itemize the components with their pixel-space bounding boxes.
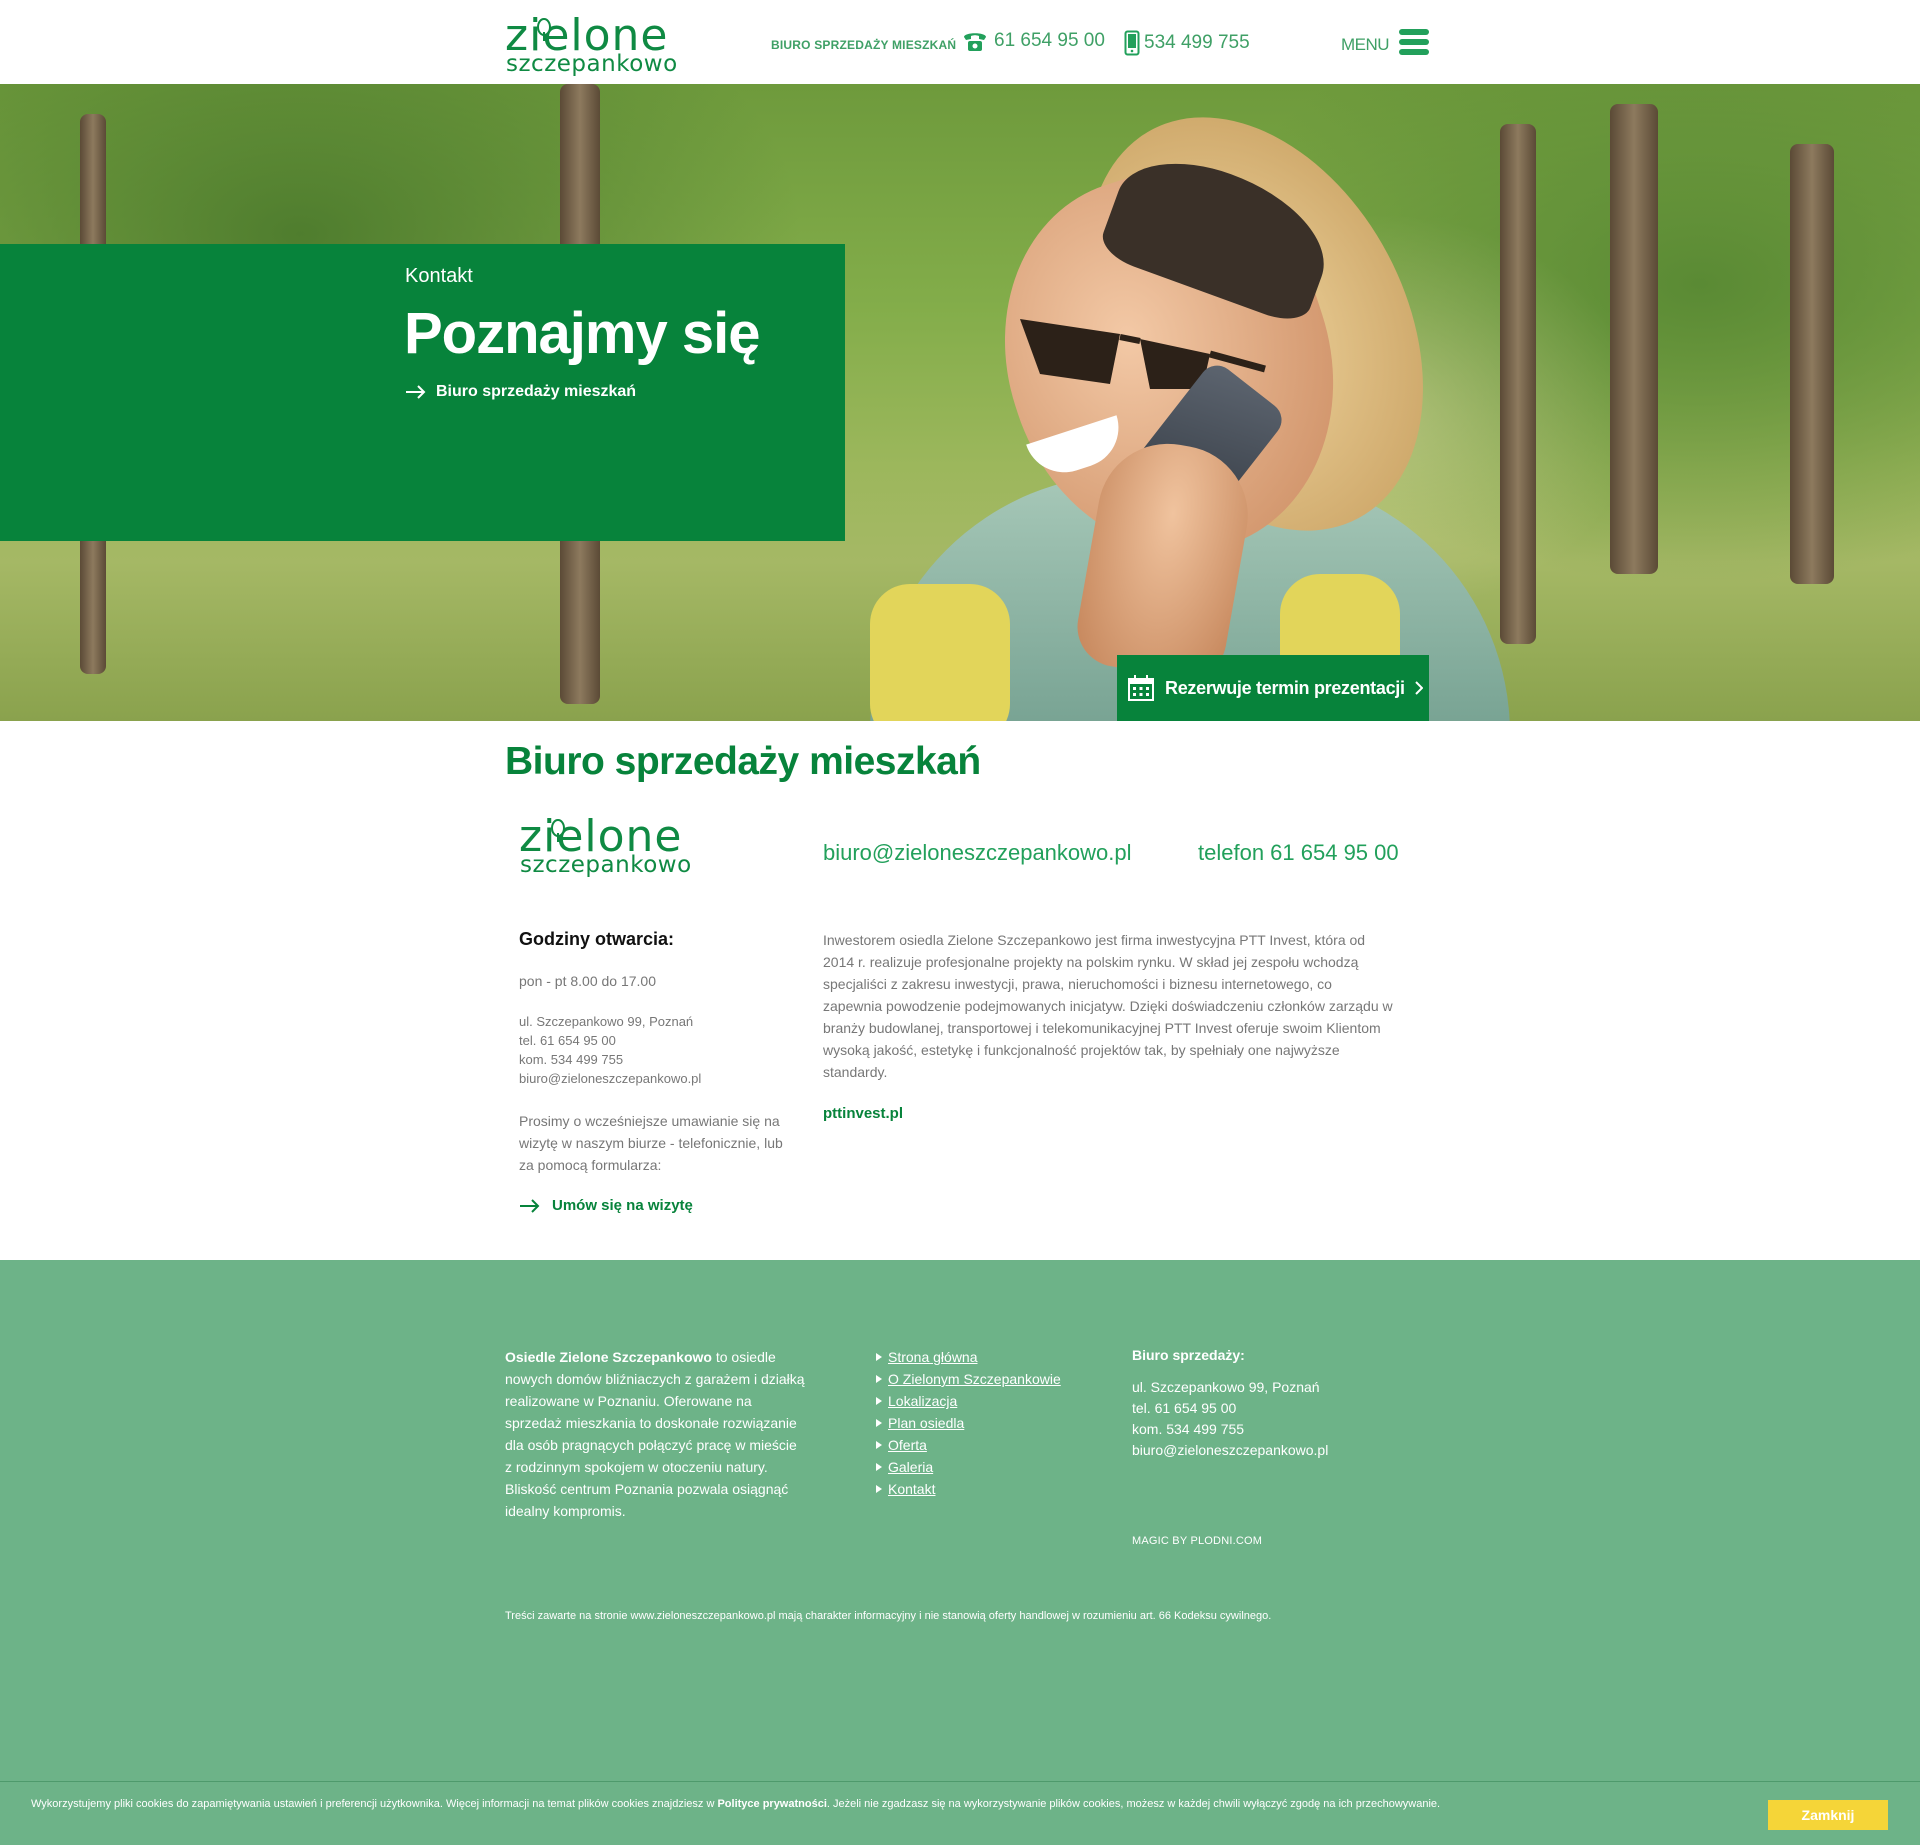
book-presentation-button[interactable]: Rezerwuje termin prezentacji bbox=[1117, 655, 1429, 721]
header-phone-mobile[interactable]: 534 499 755 bbox=[1124, 30, 1250, 56]
address-email: biuro@zieloneszczepankowo.pl bbox=[519, 1071, 702, 1086]
footer-nav-item: Oferta bbox=[876, 1434, 1061, 1456]
privacy-policy-link[interactable]: Polityce prywatności bbox=[717, 1798, 826, 1810]
footer-nav-item: Galeria bbox=[876, 1456, 1061, 1478]
investor-description: Inwestorem osiedla Zielone Szczepankowo … bbox=[823, 932, 1393, 1080]
agency-credit-link[interactable]: MAGIC BY PLODNI.COM bbox=[1132, 1535, 1262, 1547]
footer-office-address: ul. Szczepankowo 99, Poznań tel. 61 654 … bbox=[1132, 1377, 1328, 1461]
tree-trunk bbox=[1500, 124, 1536, 644]
footer-nav-item: Kontakt bbox=[876, 1478, 1061, 1500]
footer-about: Osiedle Zielone Szczepankowo to osiedle … bbox=[505, 1346, 805, 1522]
cookie-close-button[interactable]: Zamknij bbox=[1768, 1800, 1888, 1830]
office-email-link[interactable]: biuro@zieloneszczepankowo.pl bbox=[823, 840, 1132, 866]
mobile-phone-icon bbox=[1124, 30, 1140, 56]
site-footer: Osiedle Zielone Szczepankowo to osiedle … bbox=[0, 1260, 1920, 1845]
triangle-bullet-icon bbox=[876, 1441, 882, 1449]
hero-title: Poznajmy się bbox=[404, 301, 760, 366]
logo-word-szczepankowo: szczepankowo bbox=[506, 51, 678, 77]
appointment-note: Prosimy o wcześniejsze umawianie się na … bbox=[519, 1113, 783, 1173]
cookie-bar: Wykorzystujemy pliki cookies do zapamięt… bbox=[0, 1781, 1920, 1845]
triangle-bullet-icon bbox=[876, 1397, 882, 1405]
address-street: ul. Szczepankowo 99, Poznań bbox=[519, 1014, 694, 1029]
triangle-bullet-icon bbox=[876, 1463, 882, 1471]
opening-hours-heading: Godziny otwarcia: bbox=[519, 929, 675, 949]
menu-label[interactable]: MENU bbox=[1341, 35, 1390, 55]
footer-link-location[interactable]: Lokalizacja bbox=[888, 1390, 957, 1412]
site-header: zielone szczepankowo BIURO SPRZEDAŻY MIE… bbox=[0, 0, 1920, 84]
hero-office-link[interactable]: Biuro sprzedaży mieszkań bbox=[405, 383, 636, 401]
tree-trunk bbox=[1790, 144, 1834, 584]
cookie-text-before: Wykorzystujemy pliki cookies do zapamięt… bbox=[31, 1798, 718, 1810]
hero-office-link-label: Biuro sprzedaży mieszkań bbox=[436, 383, 637, 400]
pttinvest-link[interactable]: pttinvest.pl bbox=[823, 1105, 903, 1122]
legal-disclaimer: Treści zawarte na stronie www.zieloneszc… bbox=[505, 1610, 1272, 1622]
office-phone-link[interactable]: telefon 61 654 95 00 bbox=[1198, 840, 1399, 866]
footer-address-email: biuro@zieloneszczepankowo.pl bbox=[1132, 1442, 1329, 1458]
address-phone: tel. 61 654 95 00 bbox=[519, 1033, 616, 1048]
footer-link-gallery[interactable]: Galeria bbox=[888, 1456, 933, 1478]
telephone-icon bbox=[964, 33, 986, 51]
footer-nav-item: Strona główna bbox=[876, 1346, 1061, 1368]
footer-about-text: to osiedle nowych domów bliźniaczych z g… bbox=[505, 1349, 805, 1519]
hero-kicker: Kontakt bbox=[405, 265, 473, 287]
hero-banner: Kontakt Poznajmy się Biuro sprzedaży mie… bbox=[0, 84, 1920, 721]
header-phone-landline-number: 61 654 95 00 bbox=[994, 30, 1105, 51]
tree-logo-icon bbox=[551, 819, 565, 842]
office-logo: zielone szczepankowo bbox=[519, 815, 709, 879]
footer-nav: Strona główna O Zielonym Szczepankowie L… bbox=[876, 1346, 1061, 1500]
backpack-strap bbox=[870, 584, 1010, 721]
calendar-icon bbox=[1128, 675, 1154, 701]
footer-nav-item: O Zielonym Szczepankowie bbox=[876, 1368, 1061, 1390]
footer-link-about[interactable]: O Zielonym Szczepankowie bbox=[888, 1368, 1061, 1390]
footer-address-street: ul. Szczepankowo 99, Poznań bbox=[1132, 1379, 1320, 1395]
cookie-message: Wykorzystujemy pliki cookies do zapamięt… bbox=[31, 1798, 1440, 1810]
header-phone-mobile-number: 534 499 755 bbox=[1144, 32, 1250, 53]
footer-link-contact[interactable]: Kontakt bbox=[888, 1478, 935, 1500]
tree-logo-icon bbox=[537, 18, 551, 41]
arrow-right-icon bbox=[406, 385, 426, 399]
hamburger-menu-icon[interactable] bbox=[1399, 29, 1429, 57]
triangle-bullet-icon bbox=[876, 1485, 882, 1493]
triangle-bullet-icon bbox=[876, 1419, 882, 1427]
office-address: ul. Szczepankowo 99, Poznań tel. 61 654 … bbox=[519, 1012, 701, 1088]
footer-nav-item: Plan osiedla bbox=[876, 1412, 1061, 1434]
footer-link-home[interactable]: Strona główna bbox=[888, 1346, 978, 1368]
logo-word-szczepankowo: szczepankowo bbox=[520, 852, 692, 878]
office-section-title: Biuro sprzedaży mieszkań bbox=[505, 740, 981, 783]
footer-office-heading: Biuro sprzedaży: bbox=[1132, 1347, 1245, 1363]
tree-trunk bbox=[1610, 104, 1658, 574]
address-mobile: kom. 534 499 755 bbox=[519, 1052, 624, 1067]
book-visit-link[interactable]: Umów się na wizytę bbox=[519, 1197, 693, 1214]
footer-address-phone: tel. 61 654 95 00 bbox=[1132, 1400, 1237, 1416]
cookie-text-after: . Jeżeli nie zgadzasz się na wykorzystyw… bbox=[826, 1798, 1441, 1810]
triangle-bullet-icon bbox=[876, 1353, 882, 1361]
footer-address-mobile: kom. 534 499 755 bbox=[1132, 1421, 1245, 1437]
opening-hours-value: pon - pt 8.00 do 17.00 bbox=[519, 973, 656, 989]
header-phone-landline[interactable]: 61 654 95 00 bbox=[962, 30, 1105, 52]
footer-link-offer[interactable]: Oferta bbox=[888, 1434, 927, 1456]
chevron-right-icon bbox=[1414, 681, 1423, 695]
header-office-label: BIURO SPRZEDAŻY MIESZKAŃ bbox=[771, 38, 957, 52]
arrow-right-icon bbox=[520, 1198, 540, 1213]
site-logo[interactable]: zielone szczepankowo bbox=[505, 14, 695, 77]
book-visit-label: Umów się na wizytę bbox=[552, 1197, 693, 1214]
footer-link-plan[interactable]: Plan osiedla bbox=[888, 1412, 964, 1434]
footer-about-bold: Osiedle Zielone Szczepankowo bbox=[505, 1349, 712, 1365]
book-presentation-label: Rezerwuje termin prezentacji bbox=[1165, 677, 1405, 698]
triangle-bullet-icon bbox=[876, 1375, 882, 1383]
footer-nav-item: Lokalizacja bbox=[876, 1390, 1061, 1412]
